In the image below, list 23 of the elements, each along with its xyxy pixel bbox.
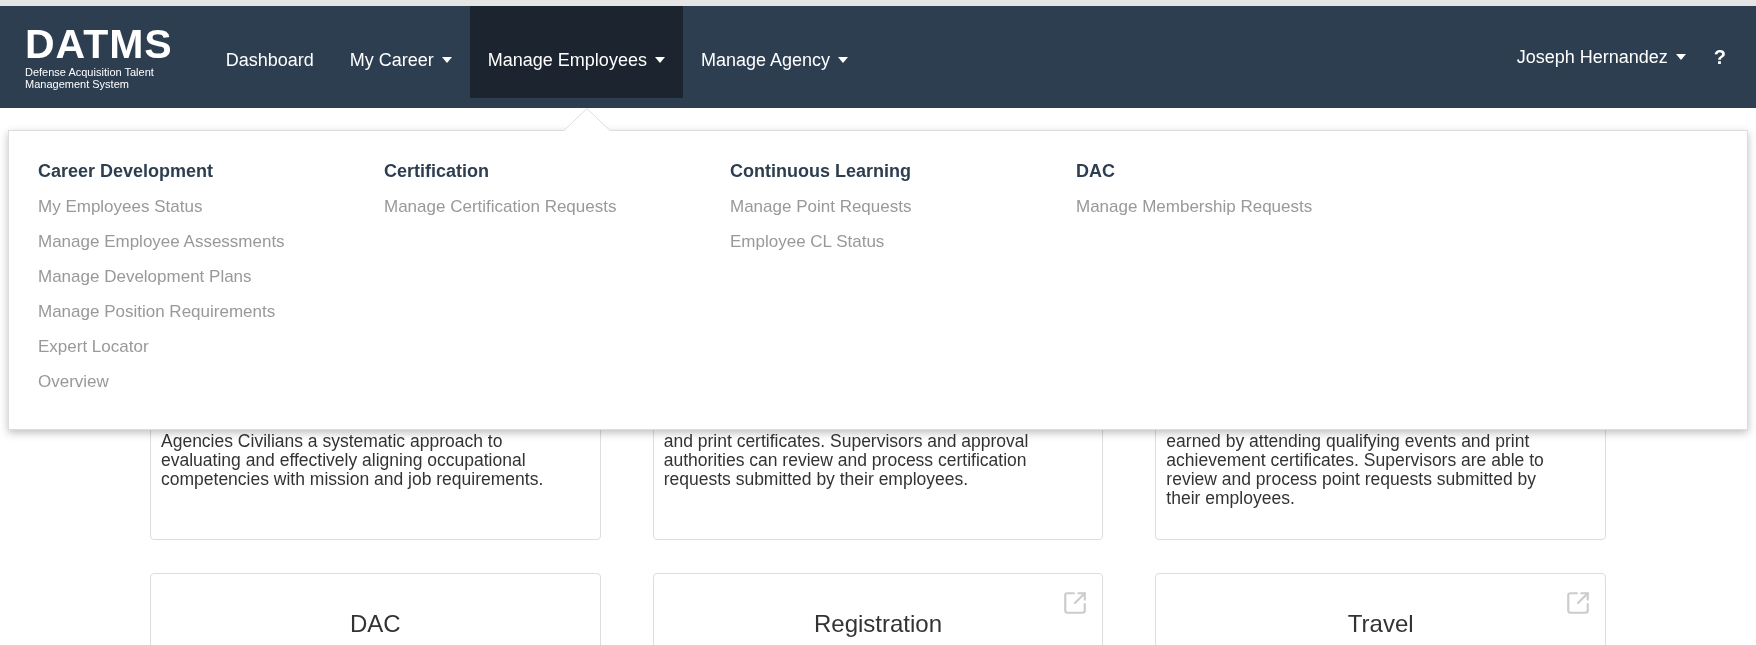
user-menu[interactable]: Joseph Hernandez	[1516, 43, 1686, 71]
external-link-icon[interactable]	[1565, 590, 1591, 616]
card[interactable]: DAC	[150, 573, 601, 645]
menu-heading: Certification	[384, 160, 490, 183]
card-description: Agencies Civilians a systematic approach to evaluating and effectively aligning occupational competencies with mission and job requirements.	[161, 432, 545, 489]
card[interactable]: Travel	[1155, 573, 1606, 645]
menu-heading: Continuous Learning	[730, 160, 912, 183]
nav-item[interactable]: My Career	[331, 6, 470, 98]
card-description: earned by attending qualifying events and print achievement certificates. Supervisors are able to review and process point requests submitted by their employees.	[1166, 432, 1545, 508]
nav-item[interactable]: Manage Agency	[682, 6, 866, 98]
nav-item[interactable]: Dashboard	[207, 6, 332, 98]
nav-item[interactable]: Manage Employees	[469, 6, 683, 98]
menu-heading: Career Development	[38, 160, 215, 183]
logo[interactable]: DATMS Defense Acquisition Talent Management System	[25, 24, 173, 90]
card-title: Registration	[813, 609, 943, 636]
help-button[interactable]: ?	[1713, 42, 1726, 72]
card-title: Travel	[1347, 609, 1414, 636]
card-title: DAC	[350, 609, 401, 636]
caret-icon	[1675, 54, 1686, 60]
menu-heading: DAC	[1076, 160, 1116, 183]
card-description: and print certificates. Supervisors and approval authorities can review and process certification requests submitted by their employees.	[663, 432, 1030, 489]
external-link-icon[interactable]	[1062, 590, 1089, 616]
card[interactable]: Registration	[652, 573, 1104, 645]
